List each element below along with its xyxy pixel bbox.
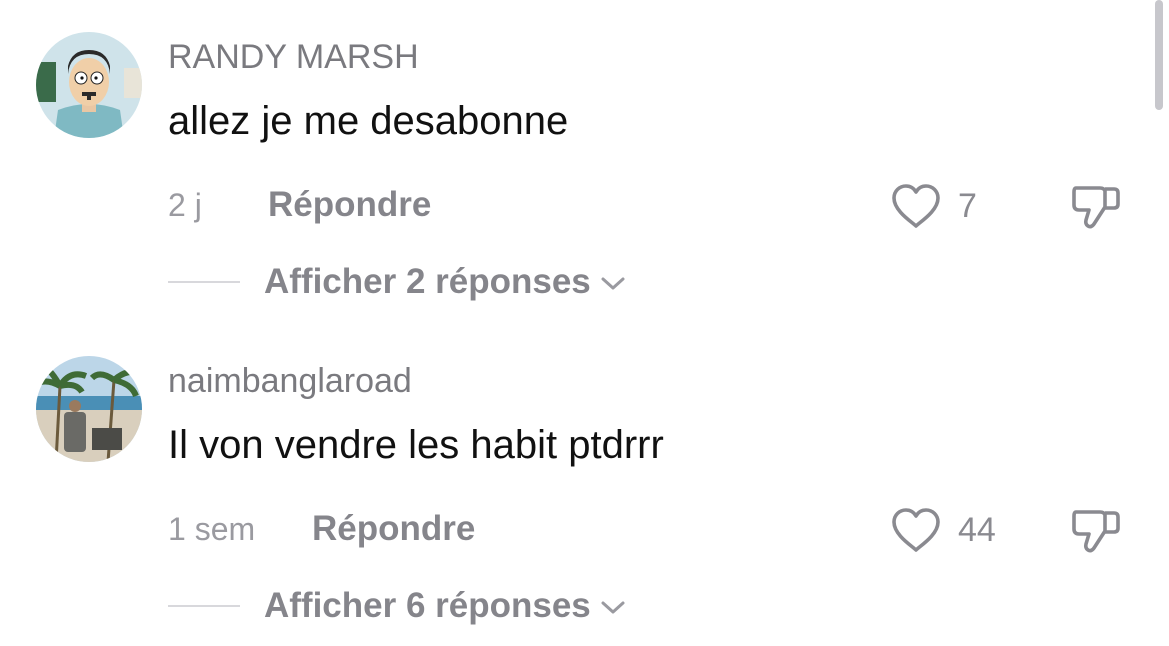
- thumbs-down-icon: [1072, 510, 1120, 553]
- comment-time: 2 j: [168, 187, 202, 223]
- reply-button[interactable]: Répondre: [268, 185, 431, 225]
- beach-photo-avatar-icon: [36, 356, 142, 462]
- avatar[interactable]: [36, 32, 142, 138]
- view-replies-button[interactable]: Afficher 6 réponses: [168, 586, 627, 626]
- view-replies-button[interactable]: Afficher 2 réponses: [168, 262, 627, 302]
- like-count: 44: [958, 510, 996, 549]
- username[interactable]: RANDY MARSH: [168, 38, 419, 77]
- dislike-button[interactable]: [1070, 504, 1124, 561]
- dislike-button[interactable]: [1070, 180, 1124, 237]
- username[interactable]: naimbanglaroad: [168, 362, 412, 401]
- like-button[interactable]: 44: [890, 506, 996, 554]
- comment-text: allez je me desabonne: [168, 99, 569, 143]
- chevron-down-icon: [601, 601, 625, 614]
- comment-time: 1 sem: [168, 511, 256, 547]
- scrollbar[interactable]: [1155, 0, 1163, 110]
- heart-icon: [892, 508, 940, 552]
- avatar[interactable]: [36, 356, 142, 462]
- like-count: 7: [958, 186, 977, 225]
- cartoon-character-avatar-icon: [36, 32, 142, 138]
- reply-button[interactable]: Répondre: [312, 509, 475, 549]
- view-replies-label: Afficher 6 réponses: [264, 586, 591, 625]
- divider-line: [168, 281, 240, 283]
- view-replies-label: Afficher 2 réponses: [264, 262, 591, 301]
- heart-icon: [892, 184, 940, 228]
- divider-line: [168, 605, 240, 607]
- thumbs-down-icon: [1072, 186, 1120, 229]
- chevron-down-icon: [601, 277, 625, 290]
- comment-text: Il von vendre les habit ptdrrr: [168, 423, 664, 467]
- like-button[interactable]: 7: [890, 182, 977, 230]
